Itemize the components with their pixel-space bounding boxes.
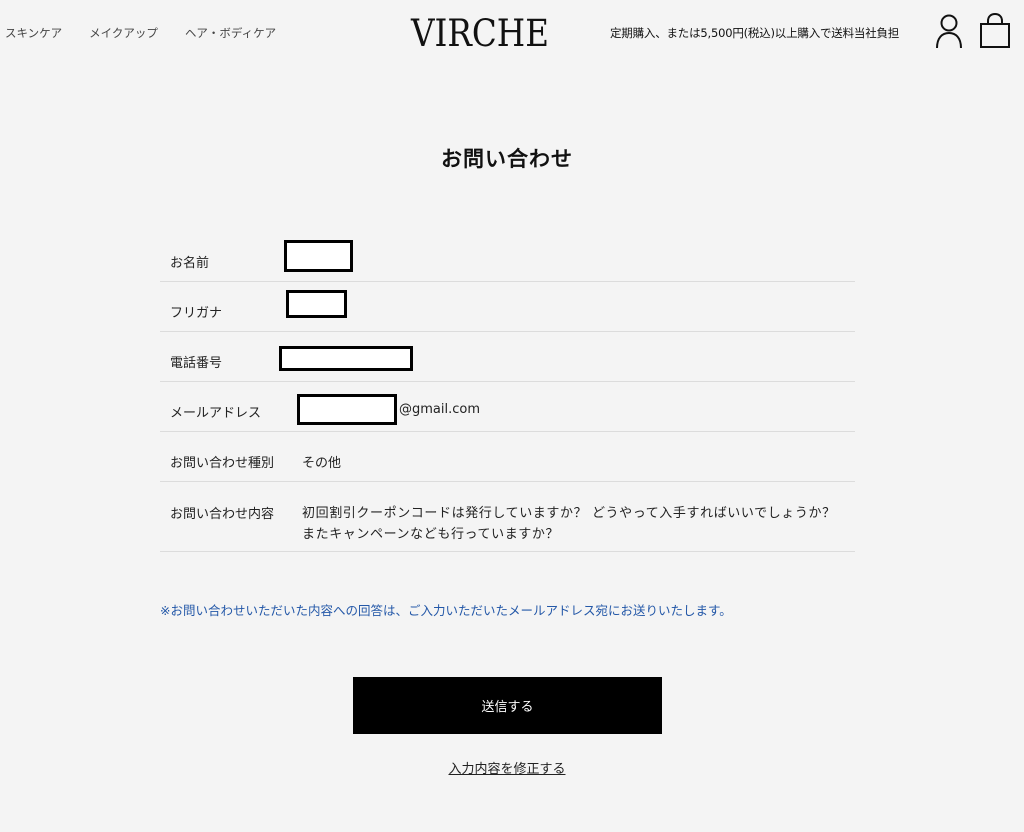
inquiry-content-value: 初回割引クーポンコードは発行していますか？ どうやって入手すればいいでしょうか？… [302,506,836,542]
redacted-email-user [297,394,397,425]
form-row-email: メールアドレス @gmail.com [160,382,855,432]
form-row-inquiry-type: お問い合わせ種別 その他 [160,432,855,482]
phone-label: 電話番号 [170,356,223,371]
furigana-label: フリガナ [170,306,223,321]
shipping-note: 定期購入、または5,500円(税込)以上購入で送料当社負担 [610,26,900,40]
brand-logo[interactable]: VIRCHE [411,12,549,55]
user-icon[interactable] [933,12,965,54]
page-title: お問い合わせ [441,147,573,171]
email-label: メールアドレス [170,406,262,421]
inquiry-type-label: お問い合わせ種別 [170,456,275,471]
edit-input-link[interactable]: 入力内容を修正する [0,758,1014,777]
redacted-name-value [284,240,353,272]
form-row-name: お名前 [160,232,855,282]
inquiry-type-value: その他 [302,456,342,471]
nav-item-makeup[interactable]: メイクアップ [89,25,158,41]
submit-button[interactable]: 送信する [353,677,662,734]
redacted-phone-value [279,346,413,371]
nav-item-hair-body[interactable]: ヘア・ボディケア [185,25,276,41]
form-row-furigana: フリガナ [160,282,855,332]
email-domain: @gmail.com [399,402,481,417]
nav-item-skincare[interactable]: スキンケア [5,25,62,41]
redacted-furigana-value [286,290,347,318]
form-row-inquiry-content: お問い合わせ内容 初回割引クーポンコードは発行していますか？ どうやって入手すれ… [160,482,855,552]
site-header: スキンケア メイクアップ ヘア・ボディケア VIRCHE 定期購入、または5,5… [0,0,1024,70]
main-nav: スキンケア メイクアップ ヘア・ボディケア [5,25,303,41]
form-row-phone: 電話番号 [160,332,855,382]
name-label: お名前 [170,256,210,271]
confirm-form: お名前 フリガナ 電話番号 メールアドレス @gmail.com お問い合わせ種… [160,232,855,552]
reply-notice: ※お問い合わせいただいた内容への回答は、ご入力いただいたメールアドレス宛にお送り… [160,603,732,618]
shopping-bag-icon[interactable] [978,12,1012,54]
inquiry-content-label: お問い合わせ内容 [170,507,275,522]
